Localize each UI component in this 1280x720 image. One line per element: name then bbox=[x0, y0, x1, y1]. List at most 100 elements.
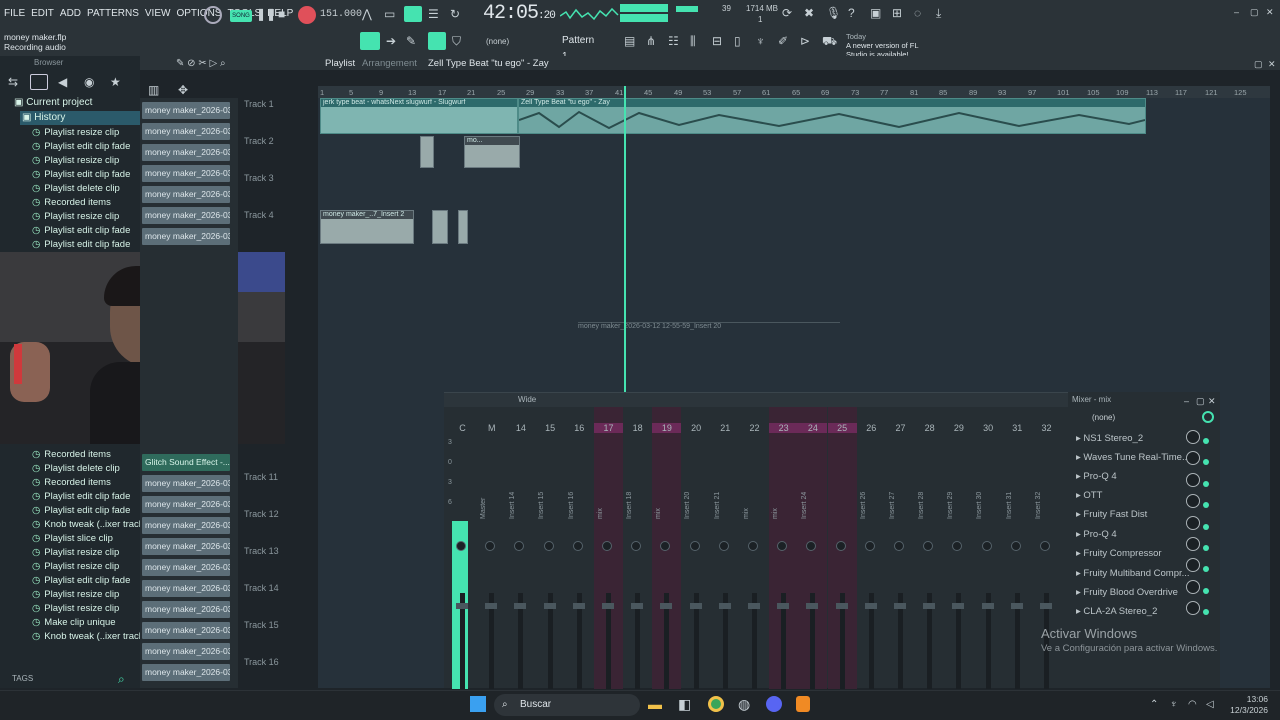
clip-item[interactable]: money maker_2026-03-... bbox=[142, 165, 230, 182]
clip-item[interactable]: money maker_2026-03-... bbox=[142, 601, 230, 618]
history-item[interactable]: ◷ Playlist resize clip bbox=[32, 560, 147, 574]
history-item[interactable]: ◷ Playlist resize clip bbox=[32, 210, 130, 224]
pan-knob[interactable] bbox=[572, 541, 583, 551]
fx-mix-knob[interactable] bbox=[1186, 494, 1200, 509]
clip-item[interactable]: money maker_2026-03-... bbox=[142, 538, 230, 555]
volume-fader[interactable] bbox=[894, 603, 906, 609]
plugin-picker-icon[interactable]: ⊞ bbox=[892, 5, 902, 21]
volume-fader[interactable] bbox=[923, 603, 936, 609]
pan-knob[interactable] bbox=[806, 541, 817, 551]
history-item[interactable]: ◷ Playlist edit clip fade bbox=[32, 238, 130, 252]
playlist-maximize-icon[interactable]: ▢ bbox=[1254, 56, 1263, 72]
history-item[interactable]: ◷ Playlist resize clip bbox=[32, 602, 147, 616]
pan-knob[interactable] bbox=[689, 541, 700, 551]
fx-mix-knob[interactable] bbox=[1186, 430, 1200, 444]
minimize-window-icon[interactable]: – bbox=[1234, 4, 1239, 20]
menu-file[interactable]: FILE bbox=[4, 8, 25, 19]
clip-item[interactable]: money maker_2026-03-... bbox=[142, 643, 230, 660]
track-label[interactable]: Track 3 bbox=[244, 173, 314, 183]
clip-item[interactable]: money maker_2026-03-... bbox=[142, 496, 230, 513]
browser-current-project[interactable]: ▣ Current project bbox=[14, 96, 92, 110]
metronome-icon[interactable] bbox=[204, 6, 222, 24]
pan-knob[interactable] bbox=[718, 541, 729, 551]
tags-search-icon[interactable]: ⌕ bbox=[118, 671, 125, 687]
tools-icon[interactable]: ✎ bbox=[406, 33, 416, 49]
pattern-selector[interactable]: Pattern 1 bbox=[544, 33, 600, 62]
fx-enable-led[interactable] bbox=[1202, 438, 1209, 444]
clip-item-active[interactable]: Glitch Sound Effect -... bbox=[142, 454, 230, 471]
volume-fader[interactable] bbox=[1040, 603, 1052, 609]
track-label[interactable]: Track 12 bbox=[244, 509, 314, 519]
blend-notes-icon[interactable]: ☰ bbox=[428, 6, 439, 22]
history-item[interactable]: ◷ Knob tweak (..ixer track) bbox=[32, 518, 147, 532]
volume-fader[interactable] bbox=[456, 603, 468, 609]
clip-item[interactable]: money maker_2026-03-... bbox=[142, 228, 230, 245]
history-item[interactable]: ◷ Recorded items bbox=[32, 448, 147, 462]
fx-enable-led[interactable] bbox=[1202, 523, 1209, 530]
track-label[interactable]: Track 4 bbox=[244, 210, 314, 220]
fx-mix-knob[interactable] bbox=[1186, 515, 1200, 530]
master-volume-slider[interactable] bbox=[676, 6, 698, 12]
audio-clip[interactable] bbox=[432, 210, 448, 244]
mixer-preset[interactable]: (none) bbox=[1092, 413, 1115, 422]
mixer-strip[interactable]: 26 bbox=[857, 407, 886, 689]
app-icon[interactable]: ◍ bbox=[738, 696, 750, 712]
audio-clip[interactable] bbox=[458, 210, 468, 244]
start-icon[interactable] bbox=[470, 696, 486, 712]
clip-item[interactable]: money maker_2026-03-... bbox=[142, 664, 230, 681]
history-item[interactable]: ◷ Playlist resize clip bbox=[32, 126, 130, 140]
clip-item[interactable]: money maker_2026-03-... bbox=[142, 622, 230, 639]
fx-mix-knob[interactable] bbox=[1186, 537, 1200, 552]
playlist-close-icon[interactable]: ✕ bbox=[1268, 56, 1276, 72]
pan-knob[interactable] bbox=[777, 541, 788, 551]
loop-record-icon[interactable]: ↻ bbox=[450, 6, 460, 22]
history-item[interactable]: ◷ Playlist edit clip fade bbox=[32, 490, 147, 504]
clip-item[interactable]: money maker_2026-03-... bbox=[142, 144, 230, 161]
paint-tool-button[interactable] bbox=[428, 32, 446, 50]
clip-item[interactable]: money maker_2026-03-... bbox=[142, 559, 230, 576]
audio-clip[interactable]: Zell Type Beat "tu ego" - Zay bbox=[518, 98, 1146, 134]
mixer-strip[interactable]: 15 bbox=[536, 407, 565, 689]
mixer-strip[interactable]: 29 bbox=[944, 407, 973, 689]
pan-knob[interactable] bbox=[923, 541, 934, 551]
volume-fader[interactable] bbox=[1010, 603, 1023, 609]
mixer-view-label[interactable]: Wide bbox=[518, 395, 536, 404]
clip-item[interactable]: money maker_2026-03-... bbox=[142, 186, 230, 203]
pan-knob[interactable] bbox=[1040, 541, 1050, 551]
mixer-strip[interactable]: 23 bbox=[769, 407, 799, 689]
playlist-view-button[interactable] bbox=[360, 32, 380, 50]
track-label[interactable]: Track 15 bbox=[244, 620, 314, 630]
history-item[interactable]: ◷ Recorded items bbox=[32, 476, 147, 490]
volume-fader[interactable] bbox=[806, 603, 819, 609]
plugin-icon[interactable]: ▯ bbox=[734, 33, 741, 49]
volume-icon[interactable]: ◁ bbox=[1206, 697, 1214, 713]
fx-enable-led[interactable] bbox=[1202, 502, 1209, 509]
history-item[interactable]: ◷ Recorded items bbox=[32, 196, 130, 210]
close-window-icon[interactable]: ✕ bbox=[1266, 4, 1274, 20]
store-icon[interactable]: ◧ bbox=[678, 696, 691, 712]
fx-mix-knob[interactable] bbox=[1186, 579, 1200, 594]
panic-icon[interactable]: ✖ bbox=[804, 5, 814, 21]
pan-knob[interactable] bbox=[1010, 541, 1021, 551]
tray-chevron-icon[interactable]: ⌃ bbox=[1150, 697, 1158, 713]
history-item[interactable]: ◷ Playlist resize clip bbox=[32, 154, 130, 168]
clip-item[interactable]: money maker_2026-03-... bbox=[142, 123, 230, 140]
maximize-window-icon[interactable]: ▢ bbox=[1250, 4, 1259, 20]
mixer-strip[interactable]: 21 bbox=[711, 407, 740, 689]
volume-fader[interactable] bbox=[864, 603, 877, 609]
record-button[interactable] bbox=[298, 6, 316, 24]
pan-knob[interactable] bbox=[602, 541, 612, 551]
history-item[interactable]: ◷ Playlist edit clip fade bbox=[32, 504, 147, 518]
menu-edit[interactable]: EDIT bbox=[31, 8, 54, 19]
mixer-strip[interactable]: 24 bbox=[798, 407, 828, 689]
track-label[interactable]: Track 16 bbox=[244, 657, 314, 667]
fx-mix-knob[interactable] bbox=[1186, 472, 1200, 487]
chat-icon[interactable]: ◌ bbox=[914, 5, 921, 21]
arrow-right-icon[interactable]: ➔ bbox=[386, 33, 396, 49]
fx-enable-led[interactable] bbox=[1202, 609, 1209, 616]
history-item[interactable]: ◷ Playlist edit clip fade bbox=[32, 140, 130, 154]
mixer-strip[interactable]: 22 bbox=[740, 407, 769, 689]
fx-mix-knob[interactable] bbox=[1186, 601, 1200, 616]
volume-fader[interactable] bbox=[748, 603, 760, 609]
playlist-tools-icon[interactable]: ✎ ⊘ ✂ ▷ ⌕ bbox=[176, 56, 226, 72]
